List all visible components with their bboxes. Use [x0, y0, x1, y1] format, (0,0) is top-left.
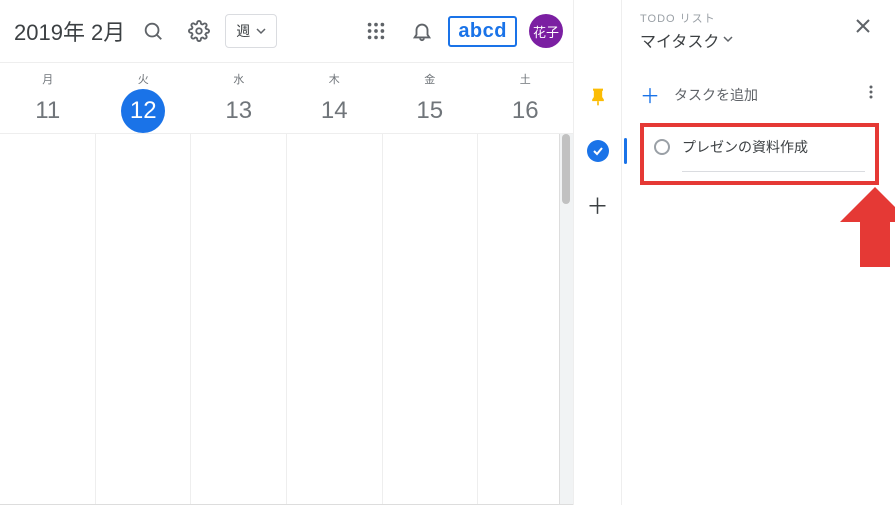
more-options-icon[interactable] [863, 84, 879, 105]
tasks-icon[interactable] [581, 134, 615, 168]
dow-label: 土 [478, 71, 574, 87]
dow-label: 水 [191, 71, 287, 87]
add-task-button[interactable]: ＋ タスクを追加 [640, 80, 758, 109]
day-col-fri[interactable]: 金 15 [382, 63, 478, 133]
dow-label: 木 [287, 71, 383, 87]
day-col-tue[interactable]: 火 12 [96, 63, 192, 133]
add-app-icon[interactable]: ＋ [581, 188, 615, 222]
tasks-panel-subtitle: TODO リスト [640, 10, 847, 26]
view-selector-label: 週 [236, 21, 250, 41]
calendar-main: 2019年 2月 週 abcd 花子 [0, 0, 573, 505]
day-number[interactable]: 15 [408, 89, 452, 133]
plus-icon: ＋ [586, 189, 608, 221]
chevron-down-icon [723, 31, 733, 49]
day-col-mon[interactable]: 月 11 [0, 63, 96, 133]
settings-gear-icon[interactable] [179, 11, 219, 51]
scrollbar-thumb[interactable] [562, 134, 570, 204]
day-col-thu[interactable]: 木 14 [287, 63, 383, 133]
keep-icon[interactable] [581, 80, 615, 114]
day-number[interactable]: 14 [312, 89, 356, 133]
dow-label: 火 [96, 71, 192, 87]
search-icon[interactable] [133, 11, 173, 51]
day-col-wed[interactable]: 水 13 [191, 63, 287, 133]
calendar-body[interactable] [0, 133, 573, 504]
close-icon[interactable] [847, 10, 879, 42]
day-col-sat[interactable]: 土 16 [478, 63, 574, 133]
scrollbar[interactable] [559, 134, 573, 504]
brand-badge: abcd [448, 16, 517, 47]
day-number[interactable]: 16 [503, 89, 547, 133]
notifications-bell-icon[interactable] [402, 11, 442, 51]
tasks-list-selector[interactable]: マイタスク [640, 28, 847, 52]
day-number[interactable]: 11 [26, 89, 70, 133]
task-complete-toggle[interactable] [654, 139, 670, 155]
chevron-down-icon [256, 23, 266, 39]
view-selector[interactable]: 週 [225, 14, 277, 48]
apps-grid-icon[interactable] [356, 11, 396, 51]
add-task-label: タスクを追加 [674, 85, 758, 105]
avatar[interactable]: 花子 [529, 14, 563, 48]
month-label: 2019年 2月 [14, 15, 125, 47]
tasks-list-name: マイタスク [640, 28, 719, 52]
dow-label: 月 [0, 71, 96, 87]
day-number[interactable]: 13 [217, 89, 261, 133]
task-title[interactable]: プレゼンの資料作成 [682, 137, 865, 172]
task-item-highlight: プレゼンの資料作成 [640, 123, 879, 185]
side-rail: ＋ [573, 0, 621, 505]
dow-label: 金 [382, 71, 478, 87]
day-number-selected[interactable]: 12 [121, 89, 165, 133]
topbar: 2019年 2月 週 abcd 花子 [0, 0, 573, 62]
calendar-day-header: 月 11 火 12 水 13 木 14 金 15 土 16 [0, 62, 573, 133]
plus-icon: ＋ [640, 80, 660, 109]
tasks-panel: TODO リスト マイタスク ＋ タスクを追加 [621, 0, 895, 505]
